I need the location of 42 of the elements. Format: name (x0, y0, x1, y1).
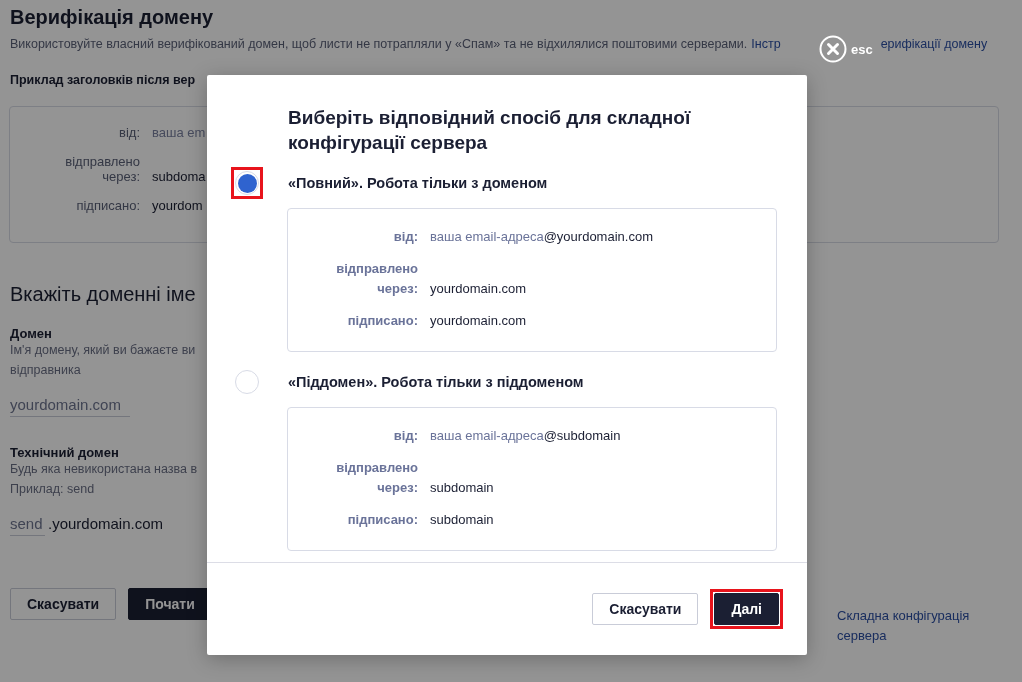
option-label[interactable]: «Повний». Робота тільки з доменом (288, 175, 548, 191)
action-button[interactable]: Скасувати (10, 588, 117, 620)
header-value: yourdomain.com (430, 280, 527, 298)
header-value: yourdom (152, 198, 203, 213)
header-label: підписано: (346, 312, 418, 330)
domain-suffix: .yourdomain.com (48, 515, 164, 532)
header-label: підписано: (346, 511, 418, 529)
cancel-button[interactable]: Скасувати (592, 593, 699, 625)
domain-input[interactable]: yourdomain.com (10, 390, 130, 417)
subdomain-input[interactable]: send (10, 509, 45, 536)
header-label: від: (392, 427, 418, 445)
field-hint: Приклад: send (10, 480, 95, 498)
header-value: subdomain (430, 511, 494, 529)
field-label: Домен (10, 326, 52, 341)
header-value: ваша email-адреса@yourdomain.com (430, 228, 653, 246)
complex-config-link[interactable]: Складна конфігурація сервера (837, 606, 997, 646)
page-title: Верифікація домену (10, 6, 214, 29)
field-hint: Будь яка невикористана назва в (10, 461, 198, 478)
section-heading: Вкажіть доменні іме (10, 283, 196, 306)
header-label: відправлено через: (335, 459, 418, 497)
instruction-link[interactable]: Інстр (751, 37, 781, 51)
esc-label: esc (851, 41, 873, 57)
header-value: yourdomain.com (430, 312, 527, 330)
option-label[interactable]: «Піддомен». Робота тільки з піддоменом (288, 374, 584, 390)
modal-title: Виберіть відповідний спосіб для складної конфігурації сервера (288, 106, 692, 155)
header-value: ваша email-адреса@subdomain (430, 427, 621, 445)
header-value: subdoma (152, 169, 206, 184)
header-label: відправлено через: (335, 260, 418, 298)
header-label: від: (392, 228, 418, 246)
field-hint: Ім'я домену, який ви бажаєте ви відправника (10, 342, 197, 379)
close-icon[interactable] (819, 35, 847, 63)
description-text: Використовуйте власний верифікований домен, щоб листи не потрапляли у «Спам» та не відхилялися поштовими серверами. (10, 37, 748, 51)
header-label: підписано: (75, 198, 140, 213)
header-value: ваша em (152, 125, 206, 140)
header-label: від: (118, 125, 140, 140)
radio-button[interactable] (235, 370, 259, 394)
example-heading: Приклад заголовків після вер (10, 73, 196, 87)
header-value: subdomain (430, 479, 494, 497)
next-button[interactable]: Далі (714, 593, 779, 625)
instruction-link[interactable]: ерифікації домену (880, 37, 988, 51)
field-label: Технічний домен (10, 445, 119, 460)
header-label: відправлено через: (64, 154, 140, 184)
